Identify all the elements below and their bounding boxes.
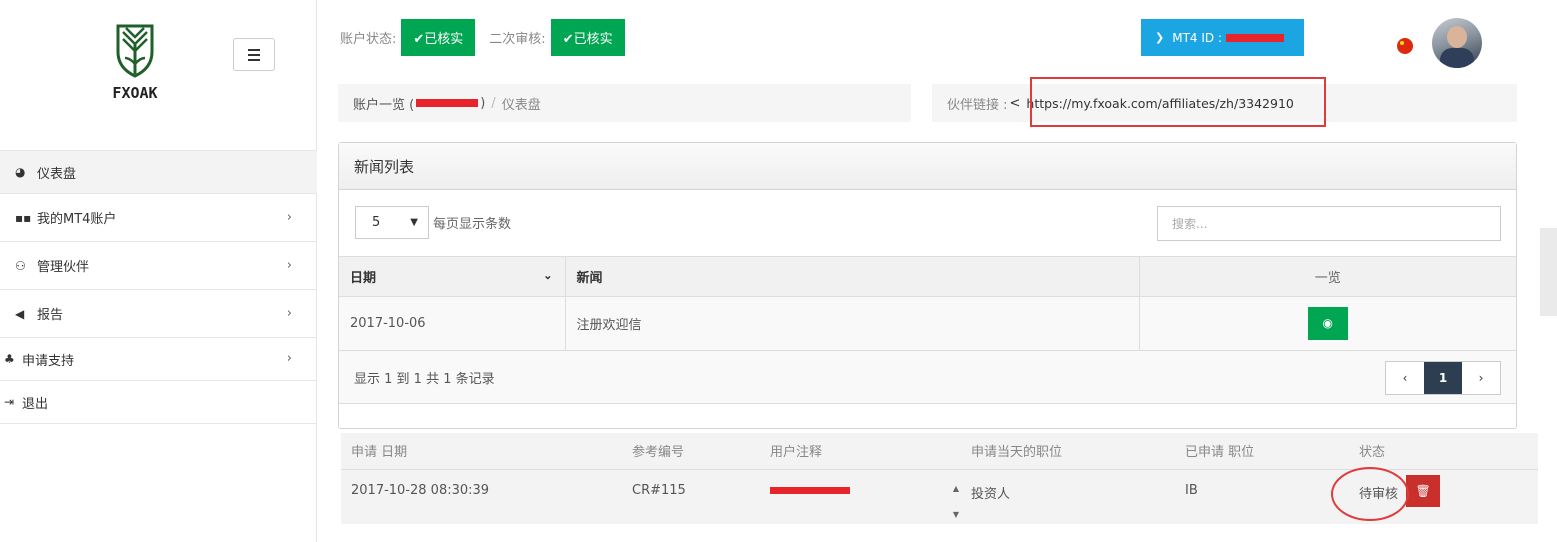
- share-icon: <: [1009, 95, 1021, 111]
- sidebar-item-logout[interactable]: ⇥ 退出: [0, 381, 317, 424]
- pagination: ‹ 1 ›: [1385, 361, 1501, 395]
- chevron-right-icon: ›: [286, 257, 292, 273]
- eye-icon: ◉: [1322, 316, 1333, 330]
- chevron-right-icon: ›: [286, 350, 292, 366]
- brand-name: FXOAK: [112, 84, 158, 102]
- breadcrumb-account-overview[interactable]: 账户一览 (: [353, 94, 414, 113]
- account-status-badge: ✔已核实: [401, 19, 476, 56]
- request-ref: CR#115: [632, 482, 686, 498]
- request-date: 2017-10-28 08:30:39: [351, 482, 490, 498]
- per-page-select[interactable]: 5 ▼: [355, 206, 429, 239]
- grid-icon: ▪▪: [15, 210, 32, 225]
- news-panel: 新闻列表 5 ▼ 每页显示条数 日期 ⌄ 新闻 一览 2017-10-06 注册…: [338, 142, 1517, 429]
- fxoak-logo-icon: [116, 24, 154, 78]
- mt4-account-dropdown[interactable]: ❯ MT4 ID :: [1141, 19, 1304, 56]
- news-panel-title: 新闻列表: [339, 143, 1516, 190]
- sidebar-item-support[interactable]: ♣ 申请支持 ›: [0, 338, 317, 381]
- breadcrumb: 账户一览 ( ) / 仪表盘: [338, 84, 911, 122]
- china-flag-icon[interactable]: [1397, 38, 1413, 54]
- sidebar: FXOAK ◕ 仪表盘 ▪▪ 我的MT4账户 › ⚇ 管理伙伴 › ◀ 报告 ›…: [0, 0, 317, 542]
- per-page-value: 5: [372, 215, 381, 230]
- column-header-requested-position: 已申请 职位: [1175, 433, 1349, 470]
- highlight-annotation-box: [1030, 77, 1326, 127]
- bullhorn-icon: ◀: [15, 306, 25, 321]
- sitemap-icon: ⚇: [15, 258, 26, 273]
- breadcrumb-paren: ): [480, 95, 486, 111]
- support-icon: ♣: [4, 352, 15, 366]
- table-info: 显示 1 到 1 共 1 条记录 ‹ 1 ›: [339, 351, 1516, 404]
- sidebar-item-dashboard[interactable]: ◕ 仪表盘: [0, 150, 317, 194]
- dashboard-icon: ◕: [15, 165, 26, 179]
- per-page-label: 每页显示条数: [433, 217, 512, 232]
- news-title: 注册欢迎信: [565, 296, 1140, 351]
- news-table: 日期 ⌄ 新闻 一览 2017-10-06 注册欢迎信 ◉: [339, 256, 1516, 351]
- chevron-down-icon: ❯: [1155, 31, 1165, 44]
- avatar[interactable]: [1432, 18, 1482, 68]
- sidebar-item-label: 申请支持: [22, 353, 75, 369]
- second-review-badge: ✔已核实: [550, 19, 625, 56]
- pagination-page-1[interactable]: 1: [1424, 362, 1462, 394]
- table-row: 2017-10-06 注册欢迎信 ◉: [339, 296, 1516, 351]
- sign-out-icon: ⇥: [4, 395, 15, 409]
- redacted-account-id: [416, 99, 479, 107]
- news-date: 2017-10-06: [339, 296, 566, 351]
- chevron-right-icon: ›: [286, 305, 292, 321]
- sidebar-item-label: 仪表盘: [37, 166, 77, 182]
- account-status-label: 账户状态:: [340, 32, 397, 47]
- search-input[interactable]: [1157, 206, 1501, 241]
- breadcrumb-current: 仪表盘: [501, 97, 541, 113]
- column-header-status: 状态: [1349, 433, 1538, 470]
- news-controls: 5 ▼ 每页显示条数: [339, 190, 1516, 256]
- sidebar-item-mt4-accounts[interactable]: ▪▪ 我的MT4账户 ›: [0, 194, 317, 242]
- sidebar-item-label: 我的MT4账户: [37, 212, 117, 227]
- column-header-position-at-request: 申请当天的职位: [961, 433, 1175, 470]
- pagination-prev-button[interactable]: ‹: [1386, 362, 1424, 394]
- redacted-mt4-id: [1226, 33, 1284, 42]
- column-header-view[interactable]: 一览: [1139, 256, 1516, 297]
- position-at-request: 投资人: [971, 486, 1011, 502]
- circle-annotation: [1331, 467, 1409, 521]
- user-note-field[interactable]: ▲ ▼: [760, 469, 961, 524]
- view-news-button[interactable]: ◉: [1307, 307, 1348, 340]
- redacted-note: [770, 486, 850, 494]
- records-summary: 显示 1 到 1 共 1 条记录: [354, 371, 495, 387]
- scrollbar-fragment[interactable]: [1540, 228, 1557, 316]
- column-header-ref: 参考编号: [622, 433, 760, 470]
- delete-request-button[interactable]: 🗑: [1406, 474, 1441, 507]
- menu-toggle-button[interactable]: [233, 38, 275, 71]
- breadcrumb-separator: /: [491, 95, 496, 111]
- account-status-bar: 账户状态: ✔已核实 二次审核: ✔已核实: [340, 19, 639, 56]
- column-header-news[interactable]: 新闻: [565, 256, 1140, 297]
- chevron-right-icon: ›: [286, 209, 292, 225]
- brand-logo[interactable]: FXOAK: [95, 22, 175, 102]
- trash-icon: 🗑: [1415, 483, 1431, 498]
- sidebar-item-label: 报告: [37, 308, 64, 323]
- sidebar-item-label: 管理伙伴: [37, 260, 90, 275]
- sidebar-item-label: 退出: [22, 396, 49, 412]
- second-review-label: 二次审核:: [489, 32, 546, 47]
- mt4-id-label: MT4 ID :: [1172, 30, 1222, 45]
- pagination-next-button[interactable]: ›: [1462, 362, 1500, 394]
- hamburger-icon: [248, 48, 260, 51]
- sidebar-item-reports[interactable]: ◀ 报告 ›: [0, 290, 317, 338]
- requested-position: IB: [1185, 482, 1198, 498]
- column-header-note: 用户注释: [760, 433, 961, 470]
- sidebar-nav: ◕ 仪表盘 ▪▪ 我的MT4账户 › ⚇ 管理伙伴 › ◀ 报告 › ♣ 申请支…: [0, 150, 317, 424]
- column-header-date[interactable]: 日期 ⌄: [339, 256, 566, 297]
- caret-down-icon: ▼: [410, 217, 418, 228]
- sidebar-item-manage-partners[interactable]: ⚇ 管理伙伴 ›: [0, 242, 317, 290]
- sort-desc-icon: ⌄: [543, 269, 553, 282]
- partner-link-label: 伙伴链接 :: [947, 97, 1008, 113]
- column-header-request-date: 申请 日期: [341, 433, 622, 470]
- textarea-scroll-arrows-icon: ▲ ▼: [952, 483, 959, 519]
